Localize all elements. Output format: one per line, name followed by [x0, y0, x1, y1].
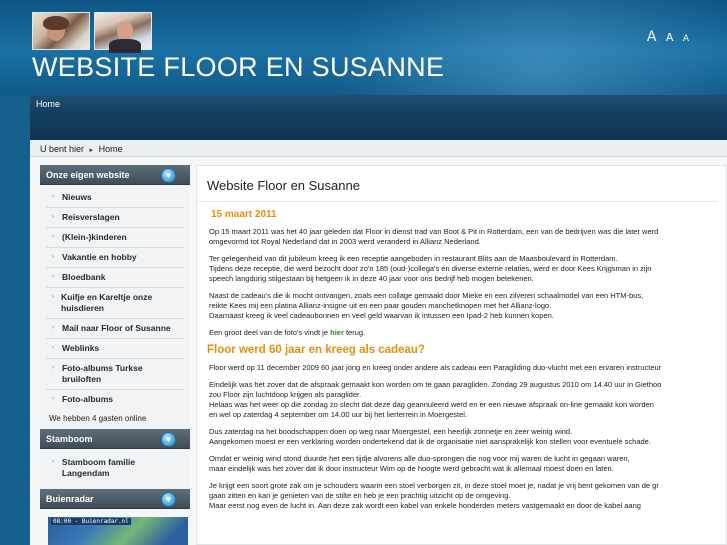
- chevron-down-icon[interactable]: ▾: [161, 432, 176, 447]
- sidebar-item-label: Reisverslagen: [62, 212, 120, 222]
- text-line: maar eindelijk was het zover dat ik door…: [209, 464, 614, 473]
- text-line: zou Floor zijn luchtdoop krijgen als par…: [209, 390, 362, 399]
- bullet-icon: ›: [52, 254, 54, 260]
- paragraph: Ter gelegenheid van dit jubileum kreeg i…: [209, 254, 726, 284]
- bullet-icon: ›: [52, 459, 54, 465]
- breadcrumb-prefix: U bent hier: [40, 144, 85, 154]
- paragraph: Omdat er weinig wind stond duurde het ee…: [209, 454, 726, 474]
- bullet-icon: ›: [52, 234, 54, 240]
- stamboom-menu: › Stamboom familie Langendam: [40, 449, 190, 489]
- text-line: Naast de cadeau's die ik mocht ontvangen…: [209, 291, 644, 300]
- sidebar: Onze eigen website ▾ › Nieuws › Reisversla…: [40, 165, 190, 545]
- sidebar-item-reisverslagen[interactable]: › Reisverslagen: [46, 207, 184, 227]
- breadcrumb-separator-icon: ▸: [89, 147, 94, 154]
- radar-timestamp: 08:00 - Buienradar.nl: [51, 518, 131, 525]
- paragraph: Op 15 maart 2011 was het 40 jaar geleden…: [209, 227, 726, 247]
- sidebar-item-turkse-bruiloften[interactable]: › Foto-albums Turkse bruiloften: [46, 358, 184, 389]
- article-heading: Floor werd 60 jaar en kreeg als cadeau?: [207, 344, 425, 356]
- chevron-down-icon[interactable]: ▾: [161, 168, 176, 183]
- header-photo-floor: [32, 12, 90, 50]
- bullet-icon: ›: [52, 365, 54, 371]
- chevron-down-icon[interactable]: ▾: [161, 492, 176, 507]
- sidebar-item-label: Bloedbank: [62, 272, 106, 282]
- sidebar-item-label: Stamboom familie Langendam: [61, 457, 136, 478]
- bullet-icon: ›: [52, 194, 54, 200]
- text-line: Je krijgt een soort grote zak om je scho…: [209, 481, 659, 490]
- post-date: 15 maart 2011: [211, 209, 277, 220]
- sidebar-heading-label: Onze eigen website: [46, 170, 130, 180]
- text-line: Ter gelegenheid van dit jubileum kreeg i…: [209, 254, 618, 263]
- text-line: Omdat er weinig wind stond duurde het ee…: [209, 454, 630, 463]
- sidebar-item-kinderen[interactable]: › (Klein-)kinderen: [46, 227, 184, 247]
- page-title: Website Floor en Susanne: [197, 166, 718, 202]
- text-line: Helaas was het weer op die zondag zo sle…: [209, 400, 654, 409]
- sidebar-item-vakantie[interactable]: › Vakantie en hobby: [46, 247, 184, 267]
- sidebar-heading-buienradar[interactable]: Buienradar ▾: [40, 489, 190, 509]
- site-title: WEBSITE FLOOR EN SUSANNE: [32, 52, 445, 82]
- sidebar-heading-own-website[interactable]: Onze eigen website ▾: [40, 165, 190, 185]
- text-line: en wel op zaterdag 4 september om 14.00 …: [209, 410, 468, 419]
- main-nav: Home: [30, 95, 727, 140]
- text-line: reikte Kees mij een platina Allianz-insi…: [209, 301, 552, 310]
- bullet-icon: ›: [52, 325, 54, 331]
- paragraph: Eindelijk was het zover dat de afspraak …: [209, 380, 726, 420]
- sidebar-item-bloedbank[interactable]: › Bloedbank: [46, 267, 184, 287]
- main-content: Website Floor en Susanne 15 maart 2011 O…: [196, 165, 727, 545]
- text-line: Dus zaterdag na het boodschappen doen op…: [209, 427, 573, 436]
- sidebar-menu: › Nieuws › Reisverslagen › (Klein-)kinderen…: [40, 185, 190, 409]
- content-area: Onze eigen website ▾ › Nieuws › Reisversla…: [30, 157, 727, 545]
- sidebar-item-label: Vakantie en hobby: [62, 252, 137, 262]
- site-header: WEBSITE FLOOR EN SUSANNE A A A: [0, 0, 727, 95]
- bullet-icon: ›: [52, 214, 54, 220]
- text-line: terug.: [343, 328, 366, 337]
- paragraph: Dus zaterdag na het boodschappen doen op…: [209, 427, 726, 447]
- header-photo-susanne: [94, 12, 152, 53]
- breadcrumb: U bent hier ▸ Home: [30, 140, 727, 157]
- sidebar-item-label: Weblinks: [62, 343, 100, 353]
- sidebar-item-label: Mail naar Floor of Susanne: [62, 323, 171, 333]
- sidebar-item-stamboom-langendam[interactable]: › Stamboom familie Langendam: [46, 453, 184, 483]
- font-size-medium-button[interactable]: A: [666, 31, 674, 44]
- font-size-small-button[interactable]: A: [683, 34, 689, 44]
- text-line: Een groot deel van de foto's vindt je: [209, 328, 331, 337]
- sidebar-item-mail[interactable]: › Mail naar Floor of Susanne: [46, 318, 184, 338]
- sidebar-item-label: Kuifje en Kareltje onze huisdieren: [61, 292, 153, 313]
- text-line: Eindelijk was het zover dat de afspraak …: [209, 380, 662, 389]
- text-line: Floor werd op 11 december 2009 60 jaar j…: [209, 363, 662, 372]
- guests-online: We hebben 4 gasten online: [40, 409, 190, 429]
- text-line: Maar eerst nog even de lucht in. Aan dez…: [209, 501, 641, 510]
- font-size-switcher: A A A: [642, 28, 689, 46]
- breadcrumb-home-link[interactable]: Home: [99, 144, 123, 154]
- bullet-icon: ›: [52, 294, 54, 300]
- paragraph: Floor werd op 11 december 2009 60 jaar j…: [209, 363, 726, 373]
- sidebar-heading-label: Stamboom: [46, 434, 93, 444]
- sidebar-item-foto-albums[interactable]: › Foto-albums: [46, 389, 184, 409]
- photos-link[interactable]: hier: [330, 328, 344, 337]
- text-line: Aangekomen moest er een verklaring worde…: [209, 437, 651, 446]
- paragraph: Naast de cadeau's die ik mocht ontvangen…: [209, 291, 726, 321]
- text-line: Tijdens deze receptie, die werd bezocht …: [209, 264, 652, 273]
- paragraph: Je krijgt een soort grote zak om je scho…: [209, 481, 726, 511]
- sidebar-heading-stamboom[interactable]: Stamboom ▾: [40, 429, 190, 449]
- sidebar-item-huisdieren[interactable]: › Kuifje en Kareltje onze huisdieren: [46, 287, 184, 318]
- sidebar-item-label: Nieuws: [62, 192, 92, 202]
- sidebar-item-label: Foto-albums: [62, 394, 113, 404]
- text-line: Op 15 maart 2011 was het 40 jaar geleden…: [209, 227, 659, 236]
- text-line: speech langdurig stilgestaan bij hetgeen…: [209, 274, 534, 283]
- text-line: omgevormd tot Royal Nederland dat in 200…: [209, 237, 481, 246]
- bullet-icon: ›: [52, 274, 54, 280]
- sidebar-heading-label: Buienradar: [46, 494, 94, 504]
- font-size-large-button[interactable]: A: [647, 29, 657, 45]
- paragraph: Een groot deel van de foto's vindt je hi…: [209, 328, 726, 338]
- sidebar-item-label: (Klein-)kinderen: [62, 232, 127, 242]
- text-line: Daarnaast kreeg ik veel cadeaubonnen en …: [209, 311, 554, 320]
- nav-home-link[interactable]: Home: [36, 99, 60, 109]
- text-line: gaan zitten en kan je genieten van de st…: [209, 491, 511, 500]
- bullet-icon: ›: [52, 345, 54, 351]
- buienradar-map[interactable]: 08:00 - Buienradar.nl: [48, 517, 188, 545]
- sidebar-item-nieuws[interactable]: › Nieuws: [46, 188, 184, 207]
- sidebar-item-weblinks[interactable]: › Weblinks: [46, 338, 184, 358]
- sidebar-item-label: Foto-albums Turkse bruiloften: [61, 363, 143, 384]
- bullet-icon: ›: [52, 396, 54, 402]
